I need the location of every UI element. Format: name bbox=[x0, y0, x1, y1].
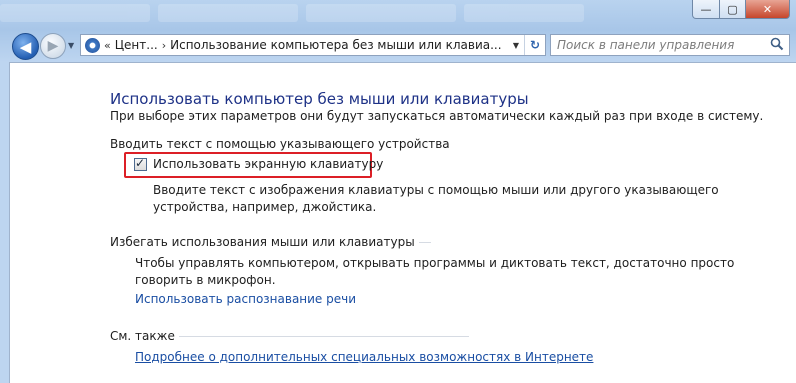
on-screen-keyboard-checkbox[interactable]: ✓ bbox=[134, 155, 147, 171]
on-screen-keyboard-label[interactable]: Использовать экранную клавиатуру bbox=[153, 157, 383, 171]
description-line: Чтобы управлять компьютером, открывать п… bbox=[135, 256, 735, 270]
address-bar[interactable]: « Цент... › Использование компьютера без… bbox=[80, 34, 546, 56]
section-divider bbox=[178, 335, 469, 337]
section-title: См. также bbox=[110, 329, 175, 343]
checkmark-icon: ✓ bbox=[135, 155, 146, 170]
on-screen-keyboard-description: Вводите текст с изображения клавиатуры с… bbox=[153, 182, 719, 216]
background-tab bbox=[464, 4, 584, 22]
speech-description: Чтобы управлять компьютером, открывать п… bbox=[135, 255, 734, 289]
on-screen-keyboard-option[interactable]: ✓ Использовать экранную клавиатуру bbox=[134, 155, 383, 171]
navigation-bar: ◀ ▶ ▼ « Цент... › Использование компьюте… bbox=[0, 30, 796, 62]
title-bar: — ▢ ✕ bbox=[0, 0, 796, 28]
window-controls: — ▢ ✕ bbox=[692, 0, 790, 19]
online-accessibility-link[interactable]: Подробнее о дополнительных специальных в… bbox=[135, 350, 593, 364]
breadcrumb-control-panel[interactable]: Цент... bbox=[115, 38, 158, 52]
description-line: устройства, например, джойстика. bbox=[153, 200, 377, 214]
back-arrow-icon: ◀ bbox=[19, 37, 32, 56]
close-button[interactable]: ✕ bbox=[746, 0, 790, 19]
section-divider bbox=[418, 241, 431, 243]
window-frame: — ▢ ✕ ◀ ▶ ▼ « Цент... › Использование ко… bbox=[0, 0, 796, 383]
background-tab bbox=[158, 4, 298, 22]
minimize-button[interactable]: — bbox=[692, 0, 720, 19]
address-dropdown-icon[interactable]: ▼ bbox=[509, 35, 523, 55]
control-panel-icon bbox=[85, 37, 100, 53]
section-title: Вводить текст с помощью указывающего уст… bbox=[110, 137, 450, 151]
recent-pages-dropdown[interactable]: ▼ bbox=[68, 41, 74, 50]
page-title: Использовать компьютер без мыши или клав… bbox=[110, 90, 529, 108]
back-button[interactable]: ◀ bbox=[12, 33, 39, 60]
breadcrumb-separator[interactable]: « bbox=[104, 39, 111, 52]
forward-button[interactable]: ▶ bbox=[40, 33, 66, 59]
search-input[interactable] bbox=[551, 35, 767, 55]
content-pane: Использовать компьютер без мыши или клав… bbox=[9, 62, 796, 383]
breadcrumb-separator[interactable]: › bbox=[162, 39, 166, 52]
maximize-button[interactable]: ▢ bbox=[720, 0, 746, 19]
description-line: говорить в микрофон. bbox=[135, 273, 276, 287]
page-description: При выборе этих параметров они будут зап… bbox=[110, 109, 764, 123]
search-box[interactable] bbox=[550, 34, 790, 56]
section-header-pointer: Вводить текст с помощью указывающего уст… bbox=[110, 137, 454, 151]
breadcrumb-current-page[interactable]: Использование компьютера без мыши или кл… bbox=[170, 38, 501, 52]
speech-recognition-link[interactable]: Использовать распознавание речи bbox=[135, 292, 356, 306]
description-line: Вводите текст с изображения клавиатуры с… bbox=[153, 183, 719, 197]
search-icon[interactable] bbox=[770, 37, 784, 51]
background-tab bbox=[0, 4, 150, 22]
forward-arrow-icon: ▶ bbox=[47, 38, 59, 54]
section-header-avoid: Избегать использования мыши или клавиату… bbox=[110, 235, 431, 249]
section-header-see-also: См. также bbox=[110, 329, 469, 343]
refresh-icon[interactable]: ↻ bbox=[524, 35, 545, 55]
background-tab bbox=[306, 4, 456, 22]
section-title: Избегать использования мыши или клавиату… bbox=[110, 235, 415, 249]
background-taskbar bbox=[0, 4, 584, 22]
